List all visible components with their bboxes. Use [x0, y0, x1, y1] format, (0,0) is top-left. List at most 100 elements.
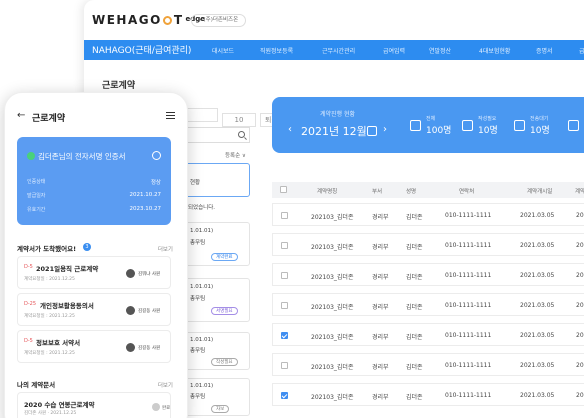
nav-item-worktime[interactable]: 근무시간관리 [322, 46, 355, 55]
wehago-logo[interactable]: WEHAGO Tedge [92, 13, 205, 27]
cert-expiry-key: 유효기간 [27, 207, 46, 213]
top-bar: WEHAGO Tedge ▸ (주)더존비즈온 [84, 0, 584, 40]
row-checkbox[interactable] [281, 212, 288, 219]
nav-item-dashboard[interactable]: 대시보드 [212, 46, 234, 55]
cell-contract-name: 202103_김더존 [311, 274, 354, 281]
card-period: 1.01.01) [190, 383, 214, 389]
progress-label: 계약진행 현황 [320, 111, 356, 118]
column-header[interactable]: 성명 [406, 187, 416, 195]
my-contract-item[interactable]: 2020 수습 연봉근로계약 김더존 사원 · 2021.12.25 완료 [17, 392, 171, 418]
avatar [126, 269, 135, 278]
cell-phone: 010-1111-1111 [445, 362, 492, 369]
calendar-icon[interactable] [367, 126, 377, 136]
more-link[interactable]: 더보기 [158, 245, 173, 253]
column-header[interactable]: 계약명칭 [317, 187, 337, 195]
card-period: 1.01.01) [190, 284, 214, 290]
cert-status-value: 정상 [150, 180, 161, 186]
card-dept: 총무팀 [190, 348, 206, 354]
search-icon[interactable] [238, 131, 245, 138]
app-stage: WEHAGO Tedge ▸ (주)더존비즈온 NAHAGO(근태/급여관리) 대… [0, 0, 584, 418]
table-row[interactable]: 202103_김더존 경리부 김더존 010-1111-1111 2021.03.05 2… [272, 203, 584, 226]
row-checkbox[interactable] [281, 272, 288, 279]
nav-item-payroll[interactable]: 급여입력 [383, 46, 405, 55]
nav-item-more[interactable]: 급 [579, 46, 584, 55]
count-badge: 3 [83, 243, 91, 251]
nav-item-yearend[interactable]: 연말정산 [429, 46, 451, 55]
column-header[interactable]: 연락처 [459, 187, 474, 195]
contract-table-header: 계약명칭 부서 성명 연락처 계약개시일 계약종 [272, 182, 584, 198]
contract-card[interactable]: 현황 [184, 163, 250, 197]
cell-person: 김더존 [406, 304, 423, 311]
mobile-page-title: 근로계약 [32, 114, 66, 124]
more-link[interactable]: 더보기 [158, 381, 173, 389]
row-checkbox[interactable] [281, 302, 288, 309]
row-checkbox[interactable] [281, 242, 288, 249]
table-row[interactable]: 202103_김더존 경리부 김더존 010-1111-1111 2021.03.05 2… [272, 233, 584, 256]
contract-name: 정보보호 서약서 [36, 339, 81, 347]
certificate-card[interactable]: 김더존님의 전자서명 인증서 인증상태 정상 발급일자 2021.10.27 유… [17, 137, 171, 225]
table-row[interactable]: 202103_김더존 경리부 김더존 010-1111-1111 2021.03.05 2… [272, 323, 584, 346]
contract-card[interactable]: 1.01.01) 총무팀 계약완료 [184, 222, 250, 266]
arrived-contract-item[interactable]: D-25 개인정보활용동의서 계약요청일 : 2021.12.25 김길동 사원 [17, 293, 171, 326]
select-all-checkbox[interactable] [280, 186, 287, 193]
tab-all[interactable] [184, 108, 218, 122]
row-checkbox[interactable] [281, 332, 288, 339]
stat-icon [568, 120, 579, 131]
status-badge: 자보 [211, 405, 230, 413]
cell-phone: 010-1111-1111 [445, 392, 492, 399]
arrived-contract-item[interactable]: D-5 2021일용직 근로계약 계약요청일 : 2021.12.25 김뭐냐 … [17, 256, 171, 289]
logo-ring-icon [162, 16, 172, 25]
table-row[interactable]: 202103_김더존 경리부 김더존 010-1111-1111 2021.03.05 2… [272, 383, 584, 406]
card-period: 1.01.01) [190, 228, 214, 234]
company-selector[interactable]: ▸ (주)더존비즈온 [191, 14, 247, 27]
dday-label: D-25 [24, 301, 37, 307]
prev-month-button[interactable]: ‹ [288, 124, 292, 135]
column-header[interactable]: 부서 [372, 187, 382, 195]
arrived-contract-item[interactable]: D-5 정보보호 서약서 계약요청일 : 2021.12.25 김길동 사원 [17, 330, 171, 363]
page-title: 근로계약 [102, 81, 136, 91]
contract-card[interactable]: 1.01.01) 총무팀 서명필요 [184, 278, 250, 322]
list-search-input[interactable] [184, 127, 250, 143]
table-row[interactable]: 202103_김더존 경리부 김더존 010-1111-1111 2021.03.05 2… [272, 353, 584, 376]
arrived-section-title: 계약서가 도착했어요! [17, 245, 77, 253]
stat-label: 작성필요 [478, 116, 497, 122]
status-badge: 완료 [162, 406, 171, 411]
my-contracts-title: 나의 계약문서 [17, 381, 56, 389]
contract-card[interactable]: 1.01.01) 총무팀 자보 [184, 378, 250, 416]
main-navigation: NAHAGO(근태/급여관리) 대시보드 직원정보등록 근무시간관리 급여입력 … [84, 40, 584, 60]
back-arrow-icon[interactable]: ← [17, 110, 25, 121]
row-checkbox[interactable] [281, 392, 288, 399]
card-text: 현황 [190, 180, 201, 186]
contract-date: 계약요청일 : 2021.12.25 [24, 314, 75, 319]
contract-card[interactable]: 1.01.01) 총무팀 작성필요 [184, 332, 250, 370]
nav-app-title[interactable]: NAHAGO(근태/급여관리) [92, 43, 191, 56]
cell-department: 경리부 [372, 274, 389, 281]
cell-end-date: 2021.0 [576, 212, 584, 219]
column-header[interactable]: 계약종 [575, 187, 584, 195]
nav-item-certificate[interactable]: 증명서 [536, 46, 553, 55]
cert-status-key: 인증상태 [27, 179, 46, 185]
nav-item-insurance[interactable]: 4대보험현황 [479, 46, 510, 55]
hamburger-menu-icon[interactable] [166, 112, 175, 119]
stat-label: 전송대기 [530, 116, 549, 122]
card-dept: 총무팀 [190, 296, 206, 302]
card-period: 1.01.01) [190, 337, 214, 343]
cell-department: 경리부 [372, 244, 389, 251]
cell-department: 경리부 [372, 394, 389, 401]
cell-phone: 010-1111-1111 [445, 332, 492, 339]
nav-item-employee[interactable]: 직원정보등록 [260, 46, 293, 55]
table-row[interactable]: 202103_김더존 경리부 김더존 010-1111-1111 2021.03.05 2… [272, 263, 584, 286]
cell-department: 경리부 [372, 334, 389, 341]
contract-progress-card: 계약진행 현황 ‹ 2021년 12월 › 전체 100명 작성필요 10명 전… [272, 97, 584, 153]
next-month-button[interactable]: › [383, 124, 387, 135]
tab-active[interactable]: 10 [222, 113, 256, 127]
contract-meta: 김더존 사원 · 2021.12.25 [24, 411, 77, 416]
column-header[interactable]: 계약개시일 [527, 187, 552, 195]
cell-department: 경리부 [372, 214, 389, 221]
stat-value: 10명 [478, 126, 498, 136]
gear-icon[interactable] [152, 151, 161, 160]
row-checkbox[interactable] [281, 362, 288, 369]
cell-end-date: 2021.0 [576, 272, 584, 279]
sort-dropdown[interactable]: 등록순 ∨ [225, 151, 246, 159]
table-row[interactable]: 202103_김더존 경리부 김더존 010-1111-1111 2021.03.05 2… [272, 293, 584, 316]
